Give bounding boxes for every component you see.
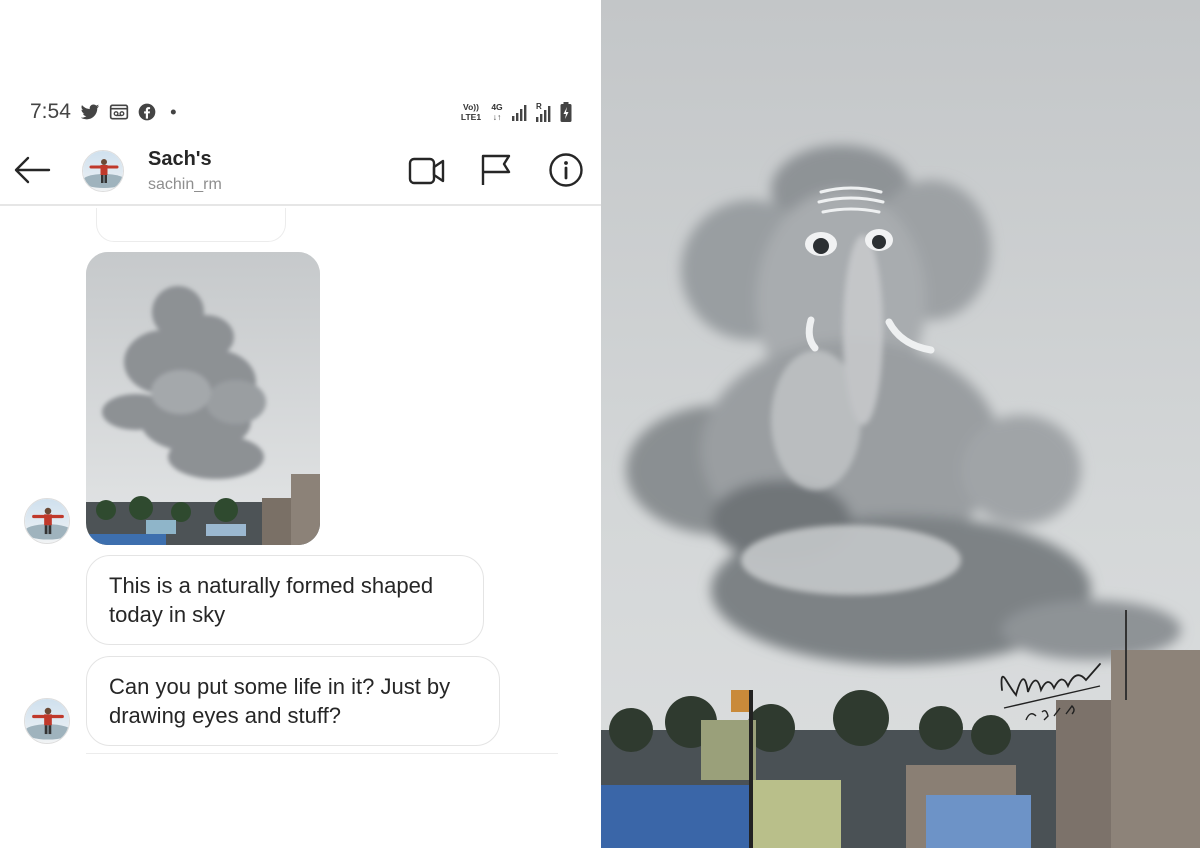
flag-icon[interactable] [478,152,514,188]
svg-text:Vo)): Vo)) [463,102,479,112]
4g-data-icon: 4G ↓↑ [491,102,503,122]
chat-header: Sach's sachin_rm [0,140,601,206]
shared-photo-message[interactable] [86,252,320,545]
message-bubble[interactable]: This is a naturally formed shaped today … [86,555,484,645]
status-bar: 7:54 Vo)) LTE1 4G ↓↑ R [0,96,601,128]
twitter-icon [80,104,100,120]
contact-username: sachin_rm [148,176,222,193]
status-time: 7:54 [30,100,71,123]
cloud-photo [86,252,320,545]
facebook-icon [138,103,156,121]
message-bubble[interactable]: Can you put some life in it? Just by dra… [86,656,500,746]
svg-text:LTE1: LTE1 [461,112,481,122]
chat-screen: 7:54 Vo)) LTE1 4G ↓↑ R Sach's sachin_rm … [0,0,601,848]
svg-text:4G: 4G [491,102,503,112]
artist-signature [1000,663,1101,721]
signal-icon [512,105,527,121]
info-icon[interactable] [548,152,584,188]
message-list[interactable]: This is a naturally formed shaped today … [0,208,601,848]
previous-message-bubble [96,208,286,242]
volte-lte-icon: Vo)) LTE1 [461,102,481,122]
status-indicators: Vo)) LTE1 4G ↓↑ R [459,100,573,124]
contact-name[interactable]: Sach's [148,148,212,171]
svg-text:R: R [536,102,542,111]
video-call-icon[interactable] [408,154,446,188]
battery-charging-icon [560,102,572,122]
ganesha-cloud-artwork [601,0,1200,848]
artwork-image [601,0,1200,848]
signal-roaming-icon: R [536,102,551,122]
svg-text:↓↑: ↓↑ [493,112,502,122]
voicemail-icon [109,104,129,120]
sender-avatar[interactable] [24,698,70,744]
avatar[interactable] [82,150,124,192]
back-arrow-icon[interactable] [12,152,52,188]
sender-avatar[interactable] [24,498,70,544]
dot-icon [170,109,176,115]
divider [86,753,558,754]
